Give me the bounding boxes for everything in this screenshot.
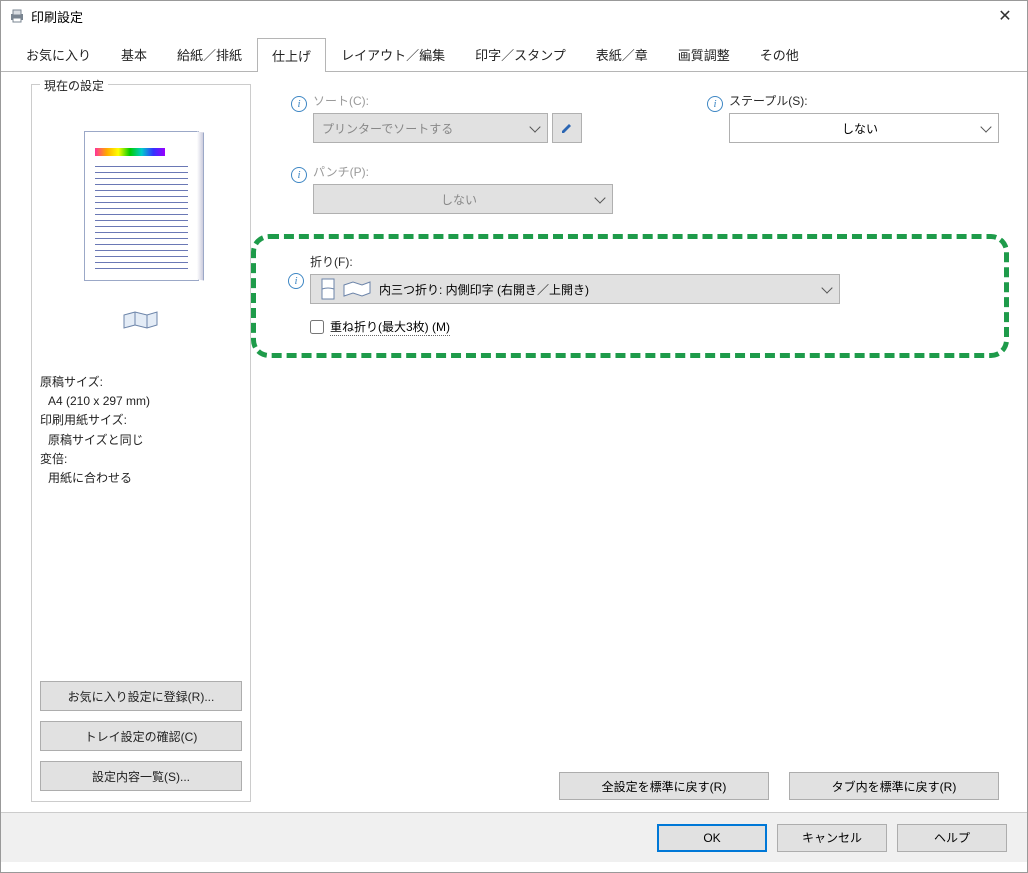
info-icon[interactable]: i [291,96,307,112]
fold-highlight-box: i 折り(F): 内三つ折り: 内側印字 (右開き／上開き) [251,234,1009,358]
chevron-down-icon [529,121,540,132]
info-icon[interactable]: i [707,96,723,112]
sort-edit-button[interactable] [552,113,582,143]
reset-tab-button[interactable]: タブ内を標準に戻す(R) [789,772,999,800]
overlap-fold-checkbox-row[interactable]: 重ね折り(最大3枚) (M) [310,318,980,335]
preview-fold-icon [123,311,159,329]
tab-quality[interactable]: 画質調整 [663,37,745,71]
window-title: 印刷設定 [31,7,991,26]
punch-select[interactable]: しない [313,184,613,214]
tab-other[interactable]: その他 [745,37,814,71]
tab-stamp[interactable]: 印字／スタンプ [460,37,581,71]
tray-confirm-button[interactable]: トレイ設定の確認(C) [40,721,242,751]
close-icon[interactable]: ✕ [991,6,1019,26]
tab-bar: お気に入り 基本 給紙／排紙 仕上げ レイアウト／編集 印字／スタンプ 表紙／章… [1,31,1027,72]
dialog-footer: OK キャンセル ヘルプ [1,812,1027,862]
cancel-button[interactable]: キャンセル [777,824,887,852]
register-favorite-button[interactable]: お気に入り設定に登録(R)... [40,681,242,711]
punch-label: パンチ(P): [313,163,613,180]
chevron-down-icon [821,282,832,293]
tab-finish[interactable]: 仕上げ [257,38,326,72]
titlebar: 印刷設定 ✕ [1,1,1027,31]
current-settings-group: 現在の設定 原稿サイズ: A4 (210 x 297 mm) 印刷用紙サイズ: … [31,84,251,802]
preview-area [40,95,242,365]
tab-cover[interactable]: 表紙／章 [581,37,663,71]
printer-icon [9,8,25,24]
chevron-down-icon [980,121,991,132]
sort-label: ソート(C): [313,92,582,109]
settings-info: 原稿サイズ: A4 (210 x 297 mm) 印刷用紙サイズ: 原稿サイズと… [40,373,242,488]
tab-paper[interactable]: 給紙／排紙 [162,37,257,71]
tab-layout[interactable]: レイアウト／編集 [326,37,460,71]
tab-favorites[interactable]: お気に入り [11,37,106,71]
help-button[interactable]: ヘルプ [897,824,1007,852]
fold-type-icons [319,278,371,300]
fold-select[interactable]: 内三つ折り: 内側印字 (右開き／上開き) [310,274,840,304]
info-icon[interactable]: i [288,273,304,289]
settings-list-button[interactable]: 設定内容一覧(S)... [40,761,242,791]
overlap-fold-checkbox[interactable] [310,320,324,334]
ok-button[interactable]: OK [657,824,767,852]
group-legend: 現在の設定 [40,77,108,94]
overlap-fold-label[interactable]: 重ね折り(最大3枚) (M) [330,318,450,335]
preview-doc-icon [84,131,199,281]
info-icon[interactable]: i [291,167,307,183]
chevron-down-icon [594,192,605,203]
fold-label: 折り(F): [310,253,980,270]
reset-all-button[interactable]: 全設定を標準に戻す(R) [559,772,769,800]
staple-label: ステープル(S): [729,92,999,109]
staple-select[interactable]: しない [729,113,999,143]
tab-basic[interactable]: 基本 [106,37,162,71]
sort-select[interactable]: プリンターでソートする [313,113,548,143]
